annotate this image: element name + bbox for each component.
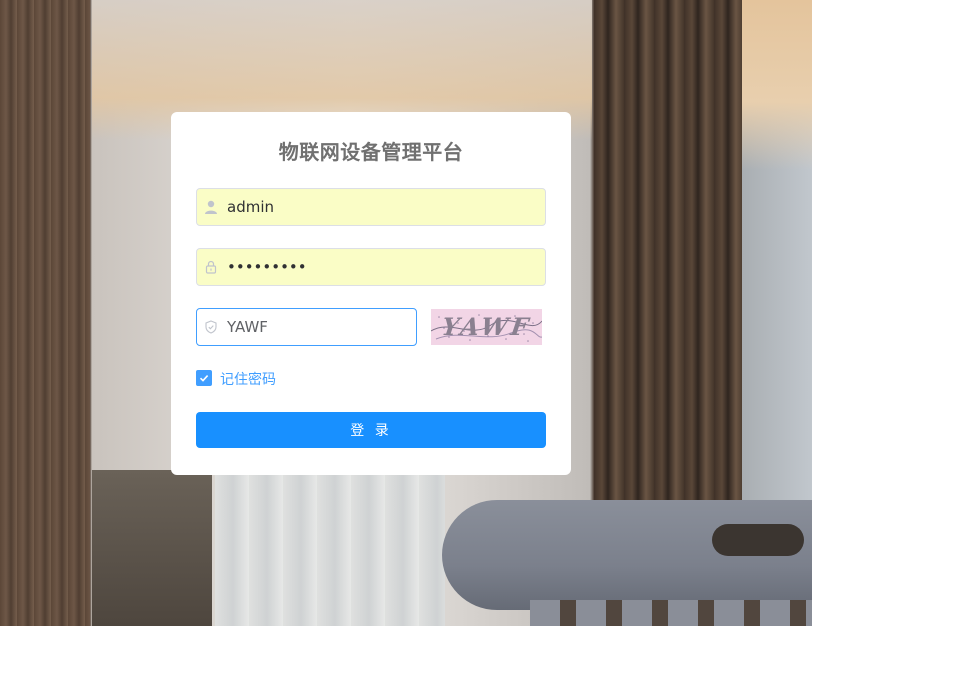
background-curtain <box>215 470 445 626</box>
shield-icon <box>203 319 219 335</box>
page-title: 物联网设备管理平台 <box>278 140 464 164</box>
captcha-image[interactable]: YAWF <box>431 309 542 345</box>
captcha-input[interactable] <box>227 309 406 345</box>
remember-password-label: 记住密码 <box>220 372 276 388</box>
username-field[interactable] <box>196 188 546 226</box>
login-card: 物联网设备管理平台 admin ••••••••• YAWF YAWF 记住密码… <box>171 112 571 475</box>
password-field[interactable] <box>196 248 546 286</box>
captcha-field[interactable] <box>196 308 417 346</box>
background-chair-legs <box>530 600 812 626</box>
username-input[interactable] <box>227 189 535 225</box>
background-chair-hole <box>712 524 804 556</box>
captcha-text: YAWF <box>440 312 534 341</box>
login-button[interactable]: 登 录 <box>196 412 546 448</box>
background-shadow <box>92 470 212 626</box>
password-input[interactable] <box>227 249 535 285</box>
checkbox-box[interactable] <box>196 370 212 386</box>
background-wood-post-left <box>0 0 90 626</box>
check-icon <box>199 375 209 382</box>
lock-icon <box>203 259 219 275</box>
background-wood-post-right <box>594 0 742 500</box>
background-sky-right <box>742 0 812 170</box>
user-icon <box>203 199 219 215</box>
